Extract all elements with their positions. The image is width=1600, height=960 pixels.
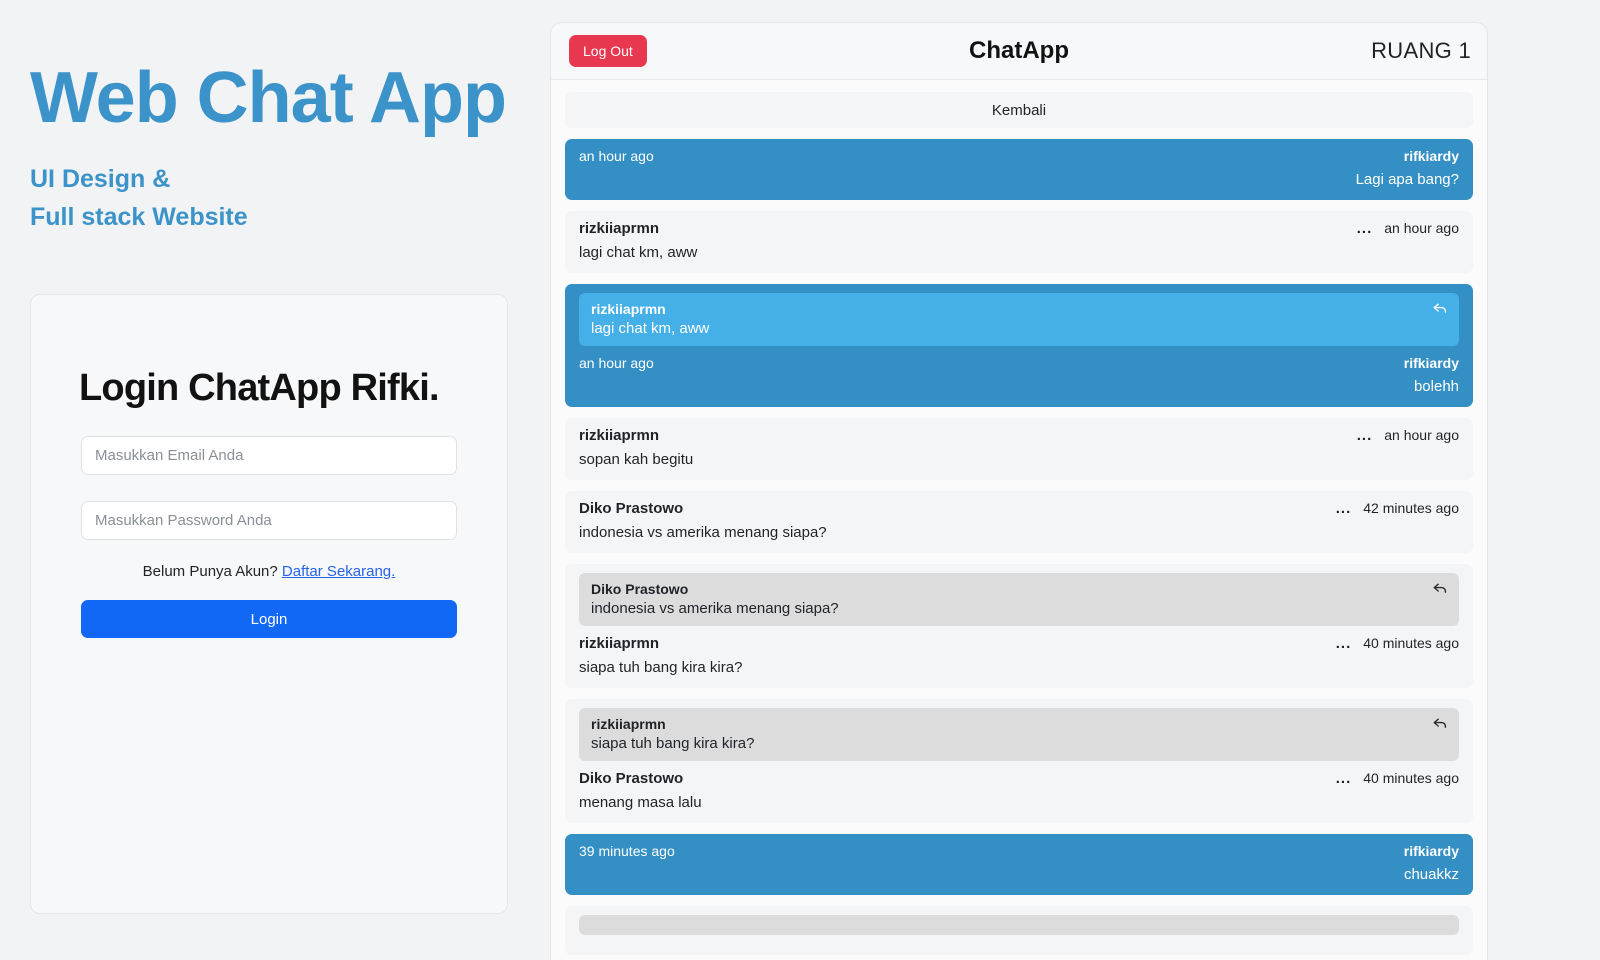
quoted-message-text: indonesia vs amerika menang siapa? (591, 600, 839, 617)
message-menu-button[interactable]: ... (1357, 221, 1373, 236)
signup-prompt-row: Belum Punya Akun? Daftar Sekarang. (81, 563, 457, 580)
message-menu-button[interactable]: ... (1336, 636, 1352, 651)
message-meta: rizkiiaprmn... an hour ago (579, 220, 1459, 237)
message-author: rifkiardy (1403, 355, 1459, 371)
quoted-message-text: siapa tuh bang kira kira? (591, 735, 755, 752)
signup-prompt-text: Belum Punya Akun? (142, 563, 278, 580)
message-menu-button[interactable]: ... (1336, 771, 1352, 786)
register-link[interactable]: Daftar Sekarang. (282, 563, 395, 580)
message-menu-button[interactable]: ... (1336, 501, 1352, 516)
message-text: siapa tuh bang kira kira? (579, 659, 743, 676)
message-row[interactable]: rizkiiaprmn siapa tuh bang kira kira? Diko… (565, 699, 1473, 823)
quoted-message-author: rizkiiaprmn (591, 301, 666, 317)
message-author: rifkiardy (1403, 148, 1459, 164)
reply-arrow-icon[interactable] (1432, 716, 1448, 732)
message-row[interactable]: Diko Prastowo... 42 minutes ago indonesia … (565, 491, 1473, 553)
message-text: chuakkz (1403, 866, 1459, 883)
message-text: sopan kah begitu (579, 451, 694, 468)
message-text: bolehh (1413, 378, 1459, 395)
message-author: rizkiiaprmn (579, 635, 660, 652)
message-timestamp: an hour ago (579, 148, 654, 164)
hero-subtitle-line-2: Full stack Website (30, 203, 248, 231)
email-field[interactable] (81, 436, 457, 475)
password-field[interactable] (81, 501, 457, 540)
login-card: Login ChatApp Rifki. Belum Punya Akun? D… (30, 294, 508, 914)
message-meta: rizkiiaprmn... an hour ago (579, 427, 1459, 444)
back-button[interactable]: Kembali (565, 92, 1473, 128)
quoted-message: Diko Prastowo indonesia vs amerika menang… (579, 573, 1459, 626)
chat-app-title: ChatApp (969, 37, 1069, 64)
chat-window: Log Out ChatApp RUANG 1 Kembali an hour … (550, 22, 1488, 960)
message-row[interactable]: an hour ago rifkiardy Lagi apa bang? (565, 139, 1473, 200)
message-menu-button[interactable]: ... (1357, 428, 1373, 443)
message-author: rifkiardy (1403, 843, 1459, 859)
message-timestamp: 42 minutes ago (1363, 500, 1459, 516)
hero-subtitle: UI Design & Full stack Website (30, 160, 540, 236)
message-timestamp: 40 minutes ago (1363, 635, 1459, 651)
message-author: Diko Prastowo (579, 770, 684, 787)
message-timestamp: 39 minutes ago (579, 843, 675, 859)
message-row[interactable]: 39 minutes ago rifkiardy chuakkz (565, 834, 1473, 895)
message-row[interactable]: rizkiiaprmn... an hour ago sopan kah begit… (565, 418, 1473, 480)
page-root: Web Chat App UI Design & Full stack Webs… (0, 0, 1600, 960)
message-meta: an hour ago rifkiardy (579, 148, 1459, 164)
message-author: rizkiiaprmn (579, 220, 660, 237)
room-label: RUANG 1 (1371, 38, 1471, 63)
quoted-message-author: rizkiiaprmn (591, 716, 666, 732)
message-row[interactable]: Diko Prastowo indonesia vs amerika menang… (565, 564, 1473, 688)
chat-header: Log Out ChatApp RUANG 1 (551, 23, 1487, 80)
reply-arrow-icon[interactable] (1432, 301, 1448, 317)
branding-and-login-pane: Web Chat App UI Design & Full stack Webs… (0, 0, 540, 960)
message-text: menang masa lalu (579, 794, 702, 811)
message-text: indonesia vs amerika menang siapa? (579, 524, 827, 541)
message-author: rizkiiaprmn (579, 427, 660, 444)
hero-title: Web Chat App (30, 58, 507, 138)
quoted-message: rizkiiaprmn siapa tuh bang kira kira? (579, 708, 1459, 761)
hero-subtitle-line-1: UI Design & (30, 165, 171, 193)
message-meta: Diko Prastowo... 42 minutes ago (579, 500, 1459, 517)
login-heading: Login ChatApp Rifki. (79, 367, 440, 409)
quoted-message-text: lagi chat km, aww (591, 320, 710, 337)
message-list[interactable]: Kembali an hour ago rifkiardy Lagi apa ban… (551, 80, 1487, 960)
message-meta: Diko Prastowo... 40 minutes ago (579, 770, 1459, 787)
chat-pane: Log Out ChatApp RUANG 1 Kembali an hour … (540, 0, 1600, 960)
message-text: Lagi apa bang? (1355, 171, 1459, 188)
quoted-message (579, 915, 1459, 935)
quoted-message: rizkiiaprmn lagi chat km, aww (579, 293, 1459, 346)
login-button[interactable]: Login (81, 600, 457, 638)
message-row[interactable]: rizkiiaprmn... an hour ago lagi chat km, a… (565, 211, 1473, 273)
message-text: lagi chat km, aww (579, 244, 698, 261)
message-meta: rizkiiaprmn... 40 minutes ago (579, 635, 1459, 652)
message-row[interactable] (565, 906, 1473, 955)
message-timestamp: an hour ago (1384, 427, 1459, 443)
logout-button[interactable]: Log Out (569, 35, 647, 67)
message-meta: 39 minutes ago rifkiardy (579, 843, 1459, 859)
message-timestamp: 40 minutes ago (1363, 770, 1459, 786)
quoted-message-author: Diko Prastowo (591, 581, 689, 597)
message-meta: an hour ago rifkiardy (579, 355, 1459, 371)
messages-container: an hour ago rifkiardy Lagi apa bang? rizkii… (565, 139, 1473, 955)
message-timestamp: an hour ago (579, 355, 654, 371)
message-row[interactable]: rizkiiaprmn lagi chat km, aww an hour ago r… (565, 284, 1473, 407)
message-author: Diko Prastowo (579, 500, 684, 517)
reply-arrow-icon[interactable] (1432, 581, 1448, 597)
message-timestamp: an hour ago (1384, 220, 1459, 236)
